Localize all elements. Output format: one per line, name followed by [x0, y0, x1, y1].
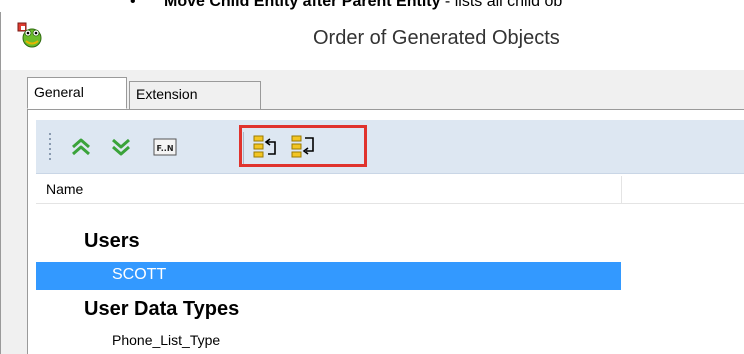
window-title: Order of Generated Objects	[313, 27, 560, 49]
doc-bold-text: Move Child Entity after Parent Entity	[164, 0, 441, 10]
list-item[interactable]: Phone_List_Type	[112, 332, 220, 348]
highlight-box	[239, 125, 367, 167]
bullet: •	[130, 0, 136, 10]
list-item-label: SCOTT	[112, 266, 167, 283]
list-header[interactable]: Name	[36, 176, 744, 204]
move-up-icon[interactable]	[68, 134, 94, 160]
doc-rest-text: - lists all child ob	[440, 0, 563, 10]
doc-text-line: • Move Child Entity after Parent Entity -…	[130, 0, 744, 10]
first-last-icon[interactable]: F..N	[152, 134, 178, 160]
list-item-selected[interactable]: SCOTT	[36, 262, 621, 290]
column-divider[interactable]	[621, 176, 622, 204]
group-label-user-data-types: User Data Types	[84, 298, 240, 320]
toolbar-grip-icon[interactable]	[48, 132, 52, 164]
group-label-users: Users	[84, 230, 140, 252]
tab-strip: General Extension	[27, 77, 744, 109]
move-down-icon[interactable]	[108, 134, 134, 160]
svg-text:F..N: F..N	[156, 144, 173, 153]
column-header-name[interactable]: Name	[46, 181, 83, 197]
frog-app-icon	[17, 22, 43, 48]
tab-general[interactable]: General	[27, 77, 127, 109]
tab-panel-general: F..N Name Users SCOTT User Data Types Ph…	[27, 109, 744, 354]
order-of-generated-objects-window: Order of Generated Objects General Exten…	[0, 12, 744, 354]
toolbar: F..N	[36, 120, 744, 174]
title-bar: Order of Generated Objects	[1, 12, 744, 70]
tab-extension[interactable]: Extension	[129, 81, 261, 109]
